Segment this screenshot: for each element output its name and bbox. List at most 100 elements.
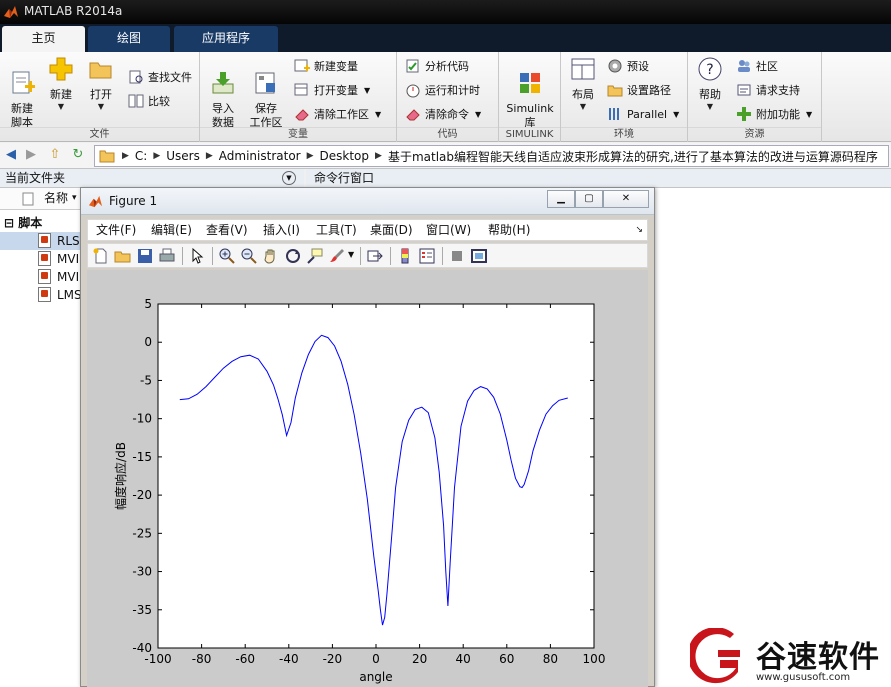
clear-commands-button[interactable]: 清除命令 ▼: [405, 104, 481, 124]
y-axis-label: 幅度响应/dB: [113, 442, 128, 510]
matlab-script-icon: [38, 251, 51, 266]
breadcrumb-separator: ▶: [205, 151, 213, 161]
tab-apps[interactable]: 应用程序: [174, 26, 278, 52]
breadcrumb-separator: ▶: [122, 151, 129, 161]
x-tick-label: 80: [543, 652, 558, 666]
new-variable-icon: [294, 59, 310, 72]
help-button[interactable]: ? 帮助 ▼: [694, 56, 726, 112]
brush-icon[interactable]: [328, 247, 346, 265]
menu-edit[interactable]: 编辑(E): [151, 220, 192, 240]
new-figure-icon[interactable]: [92, 247, 110, 265]
simulink-library-button[interactable]: Simulink 库: [503, 56, 557, 130]
show-tools-icon[interactable]: [470, 247, 488, 265]
preferences-button[interactable]: 预设: [607, 56, 649, 76]
simulink-group-label: SIMULINK: [499, 127, 560, 141]
brush-dropdown-icon[interactable]: ▼: [348, 250, 354, 259]
menu-insert[interactable]: 插入(I): [263, 220, 300, 240]
path-breadcrumb[interactable]: ▶ C: ▶ Users ▶ Administrator ▶ Desktop ▶…: [94, 145, 889, 167]
menu-window[interactable]: 窗口(W): [426, 220, 471, 240]
watermark-brand: 谷速软件: [756, 640, 880, 675]
menu-help[interactable]: 帮助(H): [488, 220, 530, 240]
run-and-time-button[interactable]: 运行和计时: [405, 80, 480, 100]
menu-view[interactable]: 查看(V): [206, 220, 248, 240]
folder-open-icon: [89, 62, 112, 79]
up-folder-icon[interactable]: ⇧: [47, 147, 63, 163]
chevron-down-icon: ▼: [475, 109, 482, 119]
breadcrumb-item[interactable]: Users: [163, 149, 203, 163]
save-workspace-button[interactable]: 保存 工作区: [246, 56, 286, 130]
new-variable-button[interactable]: 新建变量: [294, 56, 358, 76]
minimize-button[interactable]: ▁: [547, 190, 575, 208]
save-icon[interactable]: [136, 247, 154, 265]
parallel-button[interactable]: Parallel ▼: [607, 104, 679, 124]
pointer-icon[interactable]: [188, 247, 206, 265]
add-ons-button[interactable]: 附加功能 ▼: [736, 104, 812, 124]
plot-area: -100 -80 -60 -40 -20 0 20 40 60 80 100 5 0 -5 -10 -15 -2…: [87, 270, 648, 687]
tab-plots[interactable]: 绘图: [88, 26, 170, 52]
close-icon: ✕: [621, 193, 631, 204]
tab-home[interactable]: 主页: [2, 26, 85, 52]
x-tick-label: -40: [279, 652, 299, 666]
open-variable-button[interactable]: 打开变量 ▼: [294, 80, 370, 100]
colorbar-icon[interactable]: [396, 247, 414, 265]
compare-button[interactable]: 比较: [128, 91, 170, 111]
community-icon: [738, 60, 750, 72]
clear-workspace-button[interactable]: 清除工作区 ▼: [294, 104, 381, 124]
x-tick-label: 60: [499, 652, 514, 666]
legend-icon[interactable]: [418, 247, 436, 265]
x-tick-label: -60: [235, 652, 255, 666]
response-chart[interactable]: -100 -80 -60 -40 -20 0 20 40 60 80 10050-5-10-15-2…: [87, 270, 648, 687]
find-files-button[interactable]: 查找文件: [128, 67, 192, 87]
collapse-icon[interactable]: ⊟: [4, 216, 18, 230]
import-data-label: 导入 数据: [212, 102, 234, 129]
add-ons-icon: [737, 107, 751, 121]
open-file-icon[interactable]: [114, 247, 132, 265]
rotate-3d-icon[interactable]: [284, 247, 302, 265]
request-support-button[interactable]: 请求支持: [736, 80, 800, 100]
menu-desktop[interactable]: 桌面(D): [370, 220, 413, 240]
panel-actions-icon[interactable]: ▼: [282, 171, 296, 185]
new-script-button[interactable]: 新建 脚本: [6, 56, 38, 130]
y-tick-label: -20: [132, 488, 152, 502]
close-button[interactable]: ✕: [603, 190, 649, 208]
hide-tools-icon[interactable]: [448, 247, 466, 265]
figure-title-bar[interactable]: Figure 1 ▁ ▢ ✕: [81, 188, 654, 215]
community-button[interactable]: 社区: [736, 56, 778, 76]
link-plot-icon[interactable]: [366, 247, 384, 265]
save-workspace-label: 保存 工作区: [249, 102, 283, 129]
dock-arrow-icon[interactable]: ↘: [635, 220, 643, 240]
compare-icon: [128, 94, 144, 108]
new-variable-label: 新建变量: [314, 60, 358, 73]
data-cursor-icon[interactable]: [306, 247, 324, 265]
breadcrumb-item[interactable]: Desktop: [317, 149, 373, 163]
gear-icon: [608, 59, 622, 73]
x-tick-label: 0: [372, 652, 380, 666]
set-path-label: 设置路径: [627, 84, 671, 97]
breadcrumb-item[interactable]: 基于matlab编程智能天线自适应波束形成算法的研究,进行了基本算法的改进与运算…: [385, 148, 881, 165]
scripts-section[interactable]: ⊟ 脚本: [4, 214, 42, 231]
current-folder-header: 当前文件夹 ▼: [0, 169, 304, 188]
open-button[interactable]: 打开 ▼: [84, 56, 118, 112]
breadcrumb-item[interactable]: C:: [132, 149, 150, 163]
new-button[interactable]: 新建 ▼: [44, 56, 78, 112]
community-label: 社区: [756, 60, 778, 73]
figure-menu-bar: 文件(F) 编辑(E) 查看(V) 插入(I) 工具(T) 桌面(D) 窗口(W…: [87, 219, 648, 241]
back-arrow-icon[interactable]: ◀: [3, 147, 19, 163]
layout-button[interactable]: 布局 ▼: [565, 56, 601, 112]
menu-file[interactable]: 文件(F): [96, 220, 136, 240]
set-path-button[interactable]: 设置路径: [607, 80, 671, 100]
import-data-button[interactable]: 导入 数据: [206, 56, 240, 130]
column-name-header[interactable]: 名称: [44, 188, 68, 209]
menu-tools[interactable]: 工具(T): [316, 220, 357, 240]
pan-hand-icon[interactable]: [262, 247, 280, 265]
browse-folder-icon[interactable]: ↻: [70, 147, 86, 163]
zoom-in-icon[interactable]: [218, 247, 236, 265]
analyze-code-button[interactable]: 分析代码: [405, 56, 469, 76]
zoom-out-icon[interactable]: [240, 247, 258, 265]
sort-arrow-icon[interactable]: ▾: [72, 188, 77, 209]
breadcrumb-item[interactable]: Administrator: [216, 149, 304, 163]
compare-label: 比较: [148, 95, 170, 108]
forward-arrow-icon[interactable]: ▶: [23, 147, 39, 163]
print-icon[interactable]: [158, 247, 176, 265]
maximize-button[interactable]: ▢: [575, 190, 603, 208]
